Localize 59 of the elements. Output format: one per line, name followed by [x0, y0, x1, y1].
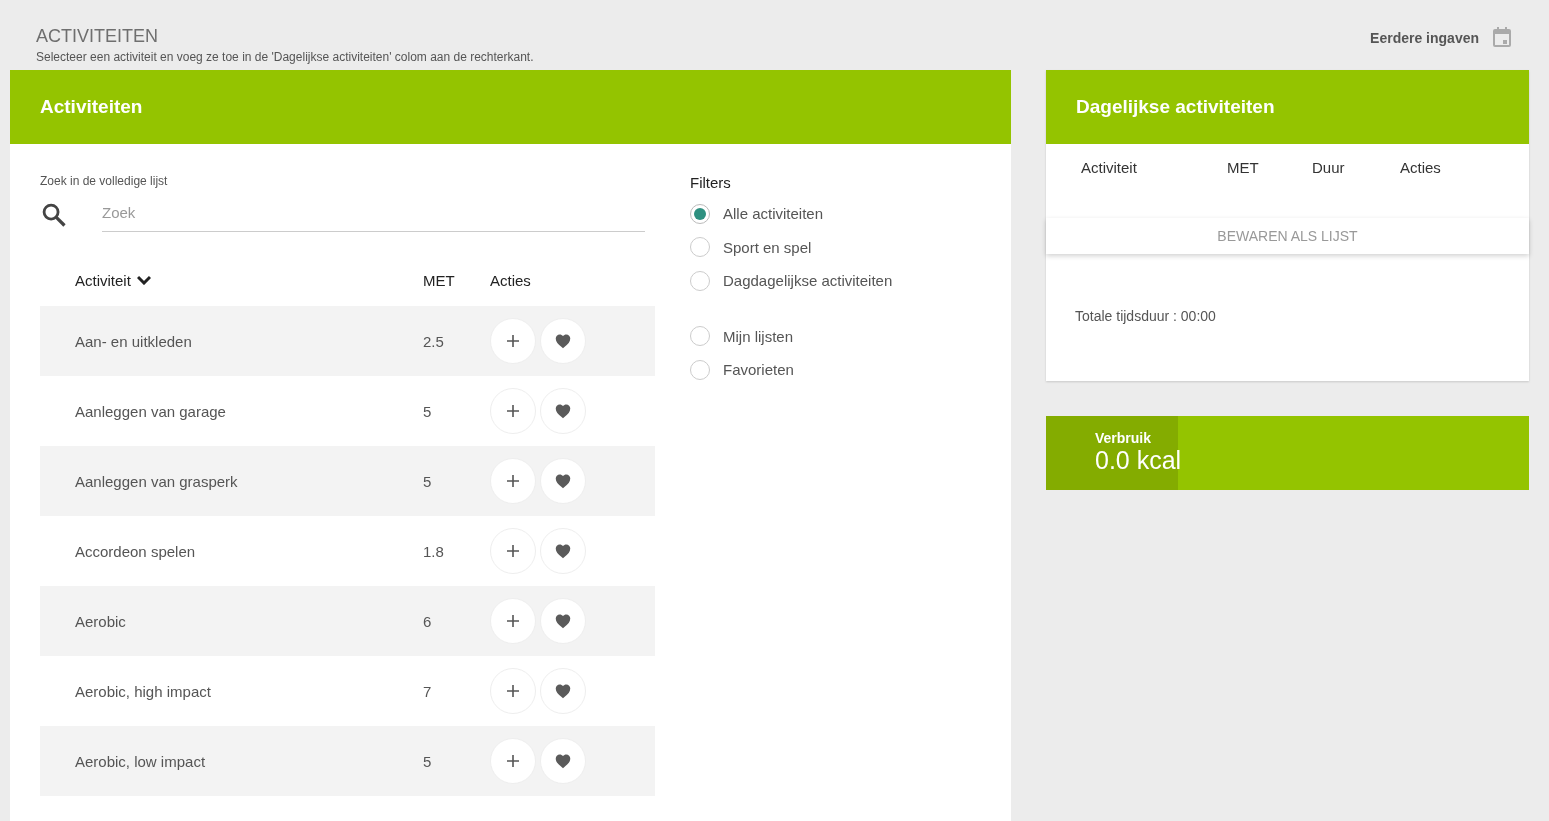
card-title: Activiteiten: [40, 96, 143, 118]
heart-icon: [554, 403, 572, 419]
activity-name: Accordeon spelen: [74, 542, 197, 560]
radio-label[interactable]: Favorieten: [723, 361, 794, 379]
plus-icon: [506, 474, 520, 488]
activity-name: Aanleggen van garage: [74, 402, 227, 420]
activity-name: Aan- en uitkleden: [74, 332, 193, 350]
met-value: 2.5: [423, 332, 445, 350]
plus-icon: [506, 614, 520, 628]
heart-icon: [554, 543, 572, 559]
filters-title: Filters: [690, 174, 732, 191]
card-title: Dagelijkse activiteiten: [1076, 96, 1275, 118]
favorite-button[interactable]: [540, 528, 586, 574]
column-header: MET: [423, 271, 456, 289]
add-button[interactable]: [490, 388, 536, 434]
heart-icon: [554, 613, 572, 629]
page-subtitle: Selecteer een activiteit en voeg ze toe in de 'Dagelijkse activiteiten' colom aan de rechterkant.: [36, 50, 535, 64]
activity-name: Aerobic, low impact: [74, 752, 207, 770]
page-title: ACTIVITEITEN: [36, 26, 159, 47]
consumption-label: Verbruik: [1095, 430, 1153, 446]
plus-icon: [506, 754, 520, 768]
radio-label[interactable]: Dagdagelijkse activiteiten: [723, 272, 893, 290]
met-value: 5: [423, 752, 433, 770]
history-link[interactable]: Eerdere ingaven: [1370, 30, 1479, 46]
met-value: 5: [423, 472, 433, 490]
column-header[interactable]: Activiteit: [75, 271, 131, 289]
consumption-value: 0.0 kcal: [1095, 446, 1182, 475]
plus-icon: [506, 404, 520, 418]
activity-name: Aerobic: [74, 612, 127, 630]
search-field[interactable]: Zoek: [102, 198, 645, 232]
chevron-down-icon[interactable]: [136, 275, 151, 285]
activity-name: Aerobic, high impact: [74, 682, 212, 700]
total-duration: Totale tijdsduur : 00:00: [1074, 307, 1217, 324]
radio-label[interactable]: Alle activiteiten: [723, 205, 824, 223]
favorite-button[interactable]: [540, 388, 586, 434]
heart-icon: [554, 683, 572, 699]
radio-label[interactable]: Mijn lijsten: [723, 327, 794, 345]
met-value: 5: [423, 402, 433, 420]
column-header: Acties: [490, 271, 532, 289]
heart-icon: [554, 753, 572, 769]
activity-name: Aanleggen van grasperk: [74, 472, 239, 490]
column-header: Acties: [1400, 158, 1441, 176]
column-header: Duur: [1312, 158, 1346, 176]
heart-icon: [554, 473, 572, 489]
column-header: Activiteit: [1080, 158, 1138, 176]
column-header: MET: [1227, 158, 1260, 176]
search-label: Zoek in de volledige lijst: [40, 174, 169, 188]
met-value: 1.8: [423, 542, 445, 560]
add-button[interactable]: [490, 528, 536, 574]
search-icon: [40, 201, 68, 229]
radio-label[interactable]: Sport en spel: [723, 238, 812, 256]
heart-icon: [554, 333, 572, 349]
met-value: 6: [423, 612, 433, 630]
favorite-button[interactable]: [540, 668, 586, 714]
add-button[interactable]: [490, 668, 536, 714]
plus-icon: [506, 684, 520, 698]
plus-icon: [506, 334, 520, 348]
met-value: 7: [423, 682, 433, 700]
plus-icon: [506, 544, 520, 558]
